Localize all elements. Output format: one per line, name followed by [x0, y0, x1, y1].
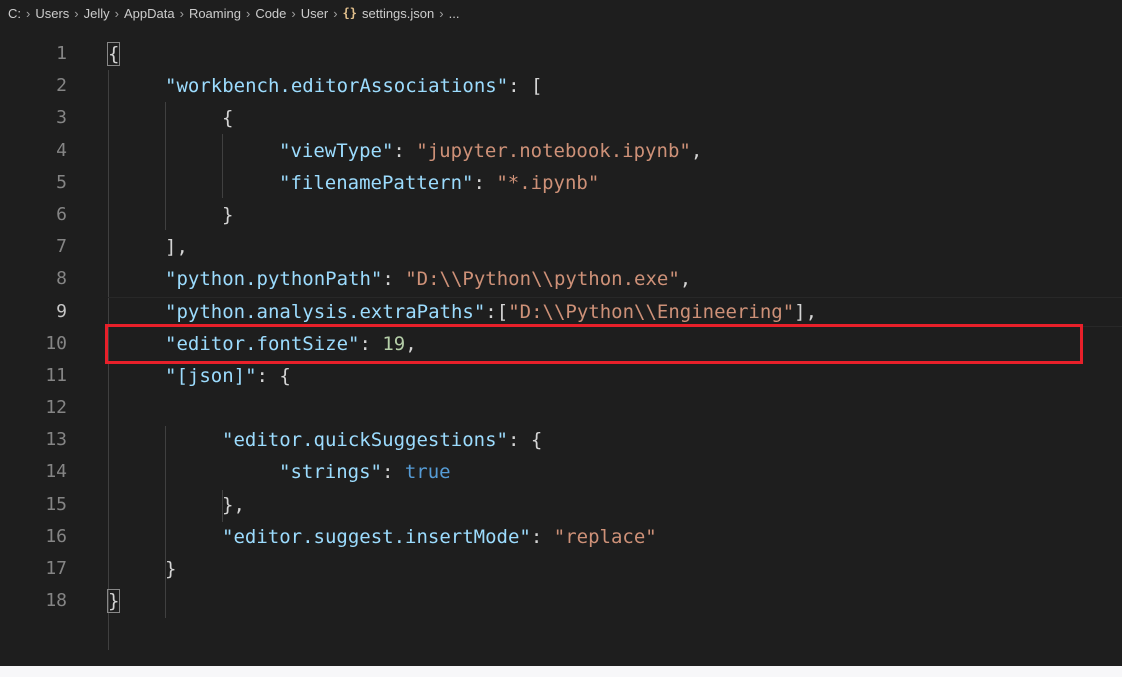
json-string-value: "jupyter.notebook.ipynb" — [416, 139, 691, 162]
line-number: 13 — [45, 429, 67, 451]
code-line: "viewType": "jupyter.notebook.ipynb", — [108, 135, 1122, 167]
json-key: "strings" — [279, 461, 382, 484]
line-number: 18 — [45, 590, 67, 612]
line-number: 12 — [45, 397, 67, 419]
brace-token: } — [165, 558, 177, 580]
line-number: 11 — [45, 364, 67, 386]
code-line: "editor.fontSize": 19, — [108, 328, 1122, 360]
bracket-token: ], — [165, 236, 188, 259]
line-number: 6 — [56, 203, 67, 225]
json-file-icon: {} — [342, 6, 357, 20]
punctuation: : — [382, 268, 406, 291]
code-line: "strings": true — [108, 456, 1122, 488]
punctuation: , — [679, 268, 692, 291]
line-number: 3 — [56, 107, 67, 129]
chevron-right-icon: › — [74, 5, 79, 21]
breadcrumb-item-users[interactable]: Users — [35, 6, 69, 21]
breadcrumb-item-roaming[interactable]: Roaming — [189, 6, 241, 21]
brace-token: }, — [222, 493, 245, 516]
line-number: 1 — [56, 43, 67, 64]
code-line: "workbench.editorAssociations": [ — [108, 70, 1122, 102]
punctuation: ], — [794, 300, 818, 323]
code-line: } — [108, 199, 1122, 231]
code-line: }, — [108, 489, 1122, 521]
punctuation: : — [530, 525, 554, 548]
chevron-right-icon: › — [245, 5, 251, 21]
json-key: "python.analysis.extraPaths" — [165, 300, 486, 323]
line-number: 15 — [45, 493, 67, 515]
line-number-gutter: 1 2 3 4 5 6 7 8 9 10 11 12 13 14 15 16 1… — [0, 38, 85, 617]
code-text-area[interactable]: { "workbench.editorAssociations": [ { "v… — [106, 38, 1122, 617]
brace-token: } — [106, 589, 121, 614]
line-number: 14 — [45, 461, 67, 483]
line-number: 16 — [45, 525, 67, 547]
json-key: "editor.quickSuggestions" — [222, 429, 508, 452]
chevron-right-icon: › — [439, 5, 444, 21]
json-string-value: "replace" — [553, 525, 657, 548]
breadcrumb-item-file[interactable]: settings.json — [362, 6, 434, 21]
chevron-right-icon: › — [333, 5, 338, 21]
line-number: 7 — [56, 236, 67, 258]
code-line: } — [106, 585, 1122, 617]
chevron-right-icon: › — [26, 5, 31, 21]
json-string-value: "D:\\Python\\Engineering" — [508, 300, 795, 323]
json-string-value: "D:\\Python\\python.exe" — [405, 268, 680, 291]
json-key: "viewType" — [279, 139, 394, 162]
json-key: "[json]" — [165, 364, 257, 387]
code-line: { — [108, 102, 1122, 134]
line-number: 17 — [45, 558, 67, 579]
punctuation: : { — [256, 364, 291, 387]
editor-pane[interactable]: C: › Users › Jelly › AppData › Roaming › Code… — [0, 0, 1122, 666]
line-number: 5 — [56, 171, 67, 193]
code-line: { — [106, 38, 1122, 70]
punctuation: :[ — [485, 300, 509, 323]
code-line: } — [108, 553, 1122, 585]
line-number-active: 9 — [56, 300, 67, 322]
json-key: "filenamePattern" — [279, 171, 474, 194]
chevron-right-icon: › — [179, 5, 184, 21]
line-number: 8 — [56, 268, 67, 290]
code-line: "[json]": { — [108, 360, 1122, 392]
line-number: 4 — [56, 139, 67, 161]
punctuation: : — [473, 171, 497, 194]
json-key: "editor.fontSize" — [165, 332, 360, 355]
json-boolean-value: true — [404, 461, 451, 484]
json-number-value: 19 — [382, 332, 406, 355]
breadcrumb-item-jelly[interactable]: Jelly — [84, 6, 110, 21]
breadcrumb: C: › Users › Jelly › AppData › Roaming › Code… — [0, 0, 1122, 26]
json-key: "workbench.editorAssociations" — [165, 75, 509, 98]
json-key: "editor.suggest.insertMode" — [222, 525, 531, 548]
breadcrumb-item-drive[interactable]: C: — [8, 6, 21, 21]
punctuation: , — [405, 332, 417, 355]
code-line: ], — [108, 231, 1122, 263]
line-number: 10 — [45, 332, 67, 354]
punctuation: : { — [507, 429, 543, 452]
punctuation: : — [381, 461, 405, 484]
chevron-right-icon: › — [114, 5, 119, 21]
breadcrumb-item-user[interactable]: User — [301, 6, 328, 21]
punctuation: , — [690, 139, 703, 162]
brace-token: } — [222, 203, 234, 226]
brace-token: { — [222, 107, 234, 130]
brace-token: { — [106, 42, 121, 66]
json-string-value: "*.ipynb" — [496, 171, 600, 194]
code-line: "filenamePattern": "*.ipynb" — [108, 167, 1122, 199]
breadcrumb-item-symbols[interactable]: ... — [449, 6, 460, 21]
chevron-right-icon: › — [291, 5, 296, 21]
code-line: "python.pythonPath": "D:\\Python\\python… — [108, 263, 1122, 295]
code-line-current: "python.analysis.extraPaths":["D:\\Pytho… — [108, 296, 1122, 328]
punctuation: : [ — [508, 75, 543, 98]
code-line: "editor.quickSuggestions": { — [108, 424, 1122, 456]
bottom-strip — [0, 666, 1122, 677]
breadcrumb-item-code[interactable]: Code — [255, 6, 286, 21]
line-number: 2 — [56, 75, 67, 97]
json-key: "python.pythonPath" — [165, 268, 383, 291]
code-line: "editor.suggest.insertMode": "replace" — [108, 521, 1122, 553]
punctuation: : — [359, 332, 383, 355]
punctuation: : — [393, 139, 417, 162]
breadcrumb-item-appdata[interactable]: AppData — [124, 6, 175, 21]
